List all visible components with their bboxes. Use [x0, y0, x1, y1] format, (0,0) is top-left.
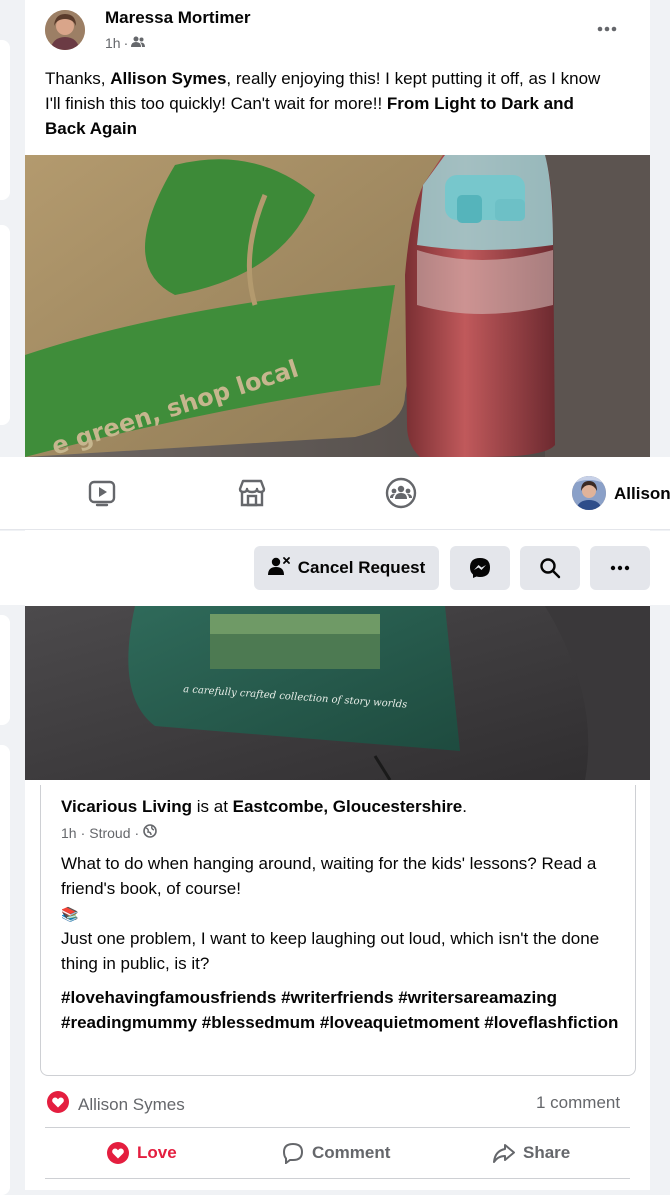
post-meta: 1h ·	[105, 35, 146, 51]
love-button[interactable]: Love	[107, 1142, 177, 1164]
nav-watch-icon[interactable]	[88, 479, 116, 512]
love-label: Love	[137, 1143, 177, 1162]
messenger-button[interactable]	[450, 546, 510, 590]
shared-place-link[interactable]: Eastcombe, Gloucestershire	[233, 797, 463, 816]
shared-line-2: Just one problem, I want to keep laughin…	[61, 929, 600, 973]
shared-line-1: What to do when hanging around, waiting …	[61, 854, 597, 898]
shared-post-photo[interactable]: a carefully crafted collection of story …	[25, 606, 650, 780]
share-button[interactable]: Share	[493, 1142, 570, 1164]
shared-location[interactable]: Stroud	[89, 825, 130, 841]
share-label: Share	[523, 1143, 571, 1162]
post-text-part: Thanks,	[45, 69, 111, 88]
meta-separator: ·	[80, 824, 86, 841]
left-column-card	[0, 615, 10, 725]
author-name[interactable]: Maressa Mortimer	[105, 8, 251, 28]
share-icon	[493, 1144, 515, 1163]
audience-friends-icon[interactable]	[131, 35, 146, 51]
search-button[interactable]	[520, 546, 580, 590]
comment-label: Comment	[312, 1143, 391, 1162]
shared-post-header: Vicarious Living is at Eastcombe, Glouce…	[61, 797, 467, 817]
author-avatar[interactable]	[45, 10, 85, 50]
shared-is-at: is at	[192, 797, 233, 816]
post-photo[interactable]: e green, shop local	[25, 155, 650, 457]
nav-profile-name[interactable]: Allison	[614, 484, 670, 504]
left-column-card	[0, 225, 10, 425]
love-heart-icon	[107, 1142, 129, 1164]
bottom-nav-bar: Allison	[0, 457, 670, 530]
cancel-request-button[interactable]: Cancel Request	[254, 546, 439, 590]
post-time[interactable]: 1h	[105, 35, 121, 51]
meta-separator: ·	[134, 824, 140, 841]
comment-icon	[282, 1142, 304, 1164]
mention-link[interactable]: Allison Symes	[110, 69, 226, 88]
nav-marketplace-icon[interactable]	[237, 478, 267, 513]
shared-author-link[interactable]: Vicarious Living	[61, 797, 192, 816]
left-column-card	[0, 745, 10, 1195]
messenger-icon	[470, 558, 490, 578]
cancel-request-icon	[267, 556, 290, 581]
love-reaction-icon	[47, 1091, 69, 1118]
divider	[45, 1178, 630, 1179]
post-text: Thanks, Allison Symes, really enjoying t…	[45, 66, 615, 141]
shared-period: .	[462, 797, 467, 816]
reactions-summary[interactable]: Allison Symes	[47, 1091, 185, 1118]
divider	[45, 1127, 630, 1128]
shared-hashtags[interactable]: #lovehavingfamousfriends #writerfriends …	[61, 985, 621, 1035]
profile-more-button[interactable]	[590, 546, 650, 590]
more-options-icon[interactable]	[592, 18, 622, 40]
comment-count[interactable]: 1 comment	[536, 1093, 620, 1113]
more-icon	[610, 565, 630, 571]
left-column-card	[0, 40, 10, 200]
shared-time[interactable]: 1h	[61, 825, 77, 841]
cancel-request-label: Cancel Request	[297, 558, 426, 577]
search-icon	[540, 558, 561, 579]
books-emoji: 📚	[61, 906, 79, 922]
public-globe-icon[interactable]	[143, 824, 157, 841]
comment-button[interactable]: Comment	[282, 1142, 390, 1164]
nav-groups-icon[interactable]	[385, 477, 417, 514]
shared-meta: 1h · Stroud ·	[61, 824, 157, 841]
reactions-name: Allison Symes	[78, 1094, 185, 1114]
nav-profile-avatar[interactable]	[572, 476, 606, 510]
meta-separator: ·	[123, 35, 129, 51]
